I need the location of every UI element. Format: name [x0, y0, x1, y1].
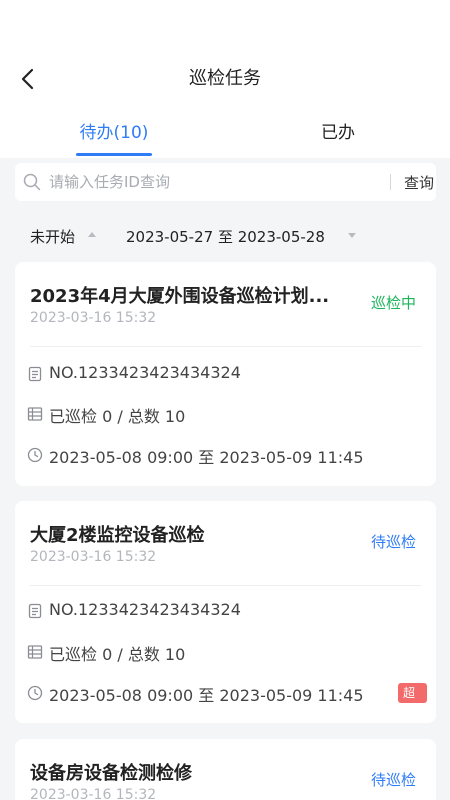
task-progress-row: 已巡检 0 / 总数 10 — [27, 641, 427, 664]
task-progress-row: 已巡检 0 / 总数 10 — [27, 403, 427, 426]
status-badge: 待巡检 — [370, 771, 416, 789]
search-icon — [23, 173, 41, 191]
overtime-badge: 超时 — [398, 683, 427, 720]
task-time-range: 2023-05-08 09:00 至 2023-05-09 11:45 — [49, 686, 364, 705]
task-created-time: 2023-03-16 15:32 — [30, 787, 157, 800]
list-icon — [27, 644, 43, 660]
task-time-row: 2023-05-08 09:00 至 2023-05-09 11:45 — [27, 444, 427, 467]
task-progress: 已巡检 0 / 总数 10 — [49, 645, 186, 664]
page-title: 巡检任务 — [189, 68, 261, 89]
task-number: NO.1233423423434324 — [49, 363, 241, 382]
task-number-row: NO.1233423423434324 — [27, 600, 427, 622]
task-created-time: 2023-03-16 15:32 — [30, 549, 157, 565]
task-card[interactable]: 设备房设备检测检修 2023-03-16 15:32 待巡检 — [15, 739, 436, 800]
task-number-row: NO.1233423423434324 — [27, 363, 427, 385]
task-card[interactable]: 2023年4月大厦外围设备巡检计划... 2023-03-16 15:32 巡检… — [15, 262, 436, 486]
filter-bar: 未开始 2023-05-27 至 2023-05-28 — [0, 218, 450, 254]
divider — [30, 346, 421, 347]
document-icon — [27, 603, 43, 619]
task-created-time: 2023-03-16 15:32 — [30, 310, 157, 326]
task-title: 2023年4月大厦外围设备巡检计划... — [30, 286, 330, 307]
document-icon — [27, 366, 43, 382]
search-divider — [390, 174, 391, 190]
task-title: 大厦2楼监控设备巡检 — [30, 525, 205, 546]
list-icon — [27, 406, 43, 422]
status-bar — [0, 0, 450, 50]
active-tab-indicator — [76, 153, 152, 156]
task-title: 设备房设备检测检修 — [30, 763, 192, 784]
search-bar: 查询 — [15, 163, 436, 201]
task-card[interactable]: 大厦2楼监控设备巡检 2023-03-16 15:32 待巡检 NO.12334… — [15, 501, 436, 723]
clock-icon — [27, 447, 43, 463]
task-progress: 已巡检 0 / 总数 10 — [49, 407, 186, 426]
sort-down-icon — [348, 233, 356, 238]
task-time-range: 2023-05-08 09:00 至 2023-05-09 11:45 — [49, 448, 364, 467]
task-time-row: 2023-05-08 09:00 至 2023-05-09 11:45 超时 — [27, 682, 427, 720]
search-button[interactable]: 查询 — [404, 172, 434, 193]
tab-todo[interactable]: 待办(10) — [34, 118, 194, 143]
search-input[interactable] — [49, 170, 369, 194]
status-filter[interactable]: 未开始 — [30, 226, 75, 247]
clock-icon — [27, 685, 43, 701]
task-number: NO.1233423423434324 — [49, 600, 241, 619]
sort-up-icon — [88, 232, 96, 237]
tab-done[interactable]: 已办 — [258, 118, 418, 143]
date-range-filter[interactable]: 2023-05-27 至 2023-05-28 — [126, 226, 325, 247]
nav-bar: 巡检任务 — [0, 50, 450, 108]
status-badge: 待巡检 — [370, 533, 416, 551]
status-badge: 巡检中 — [370, 294, 416, 312]
tab-bar: 待办(10) 已办 — [0, 108, 450, 158]
divider — [30, 585, 421, 586]
